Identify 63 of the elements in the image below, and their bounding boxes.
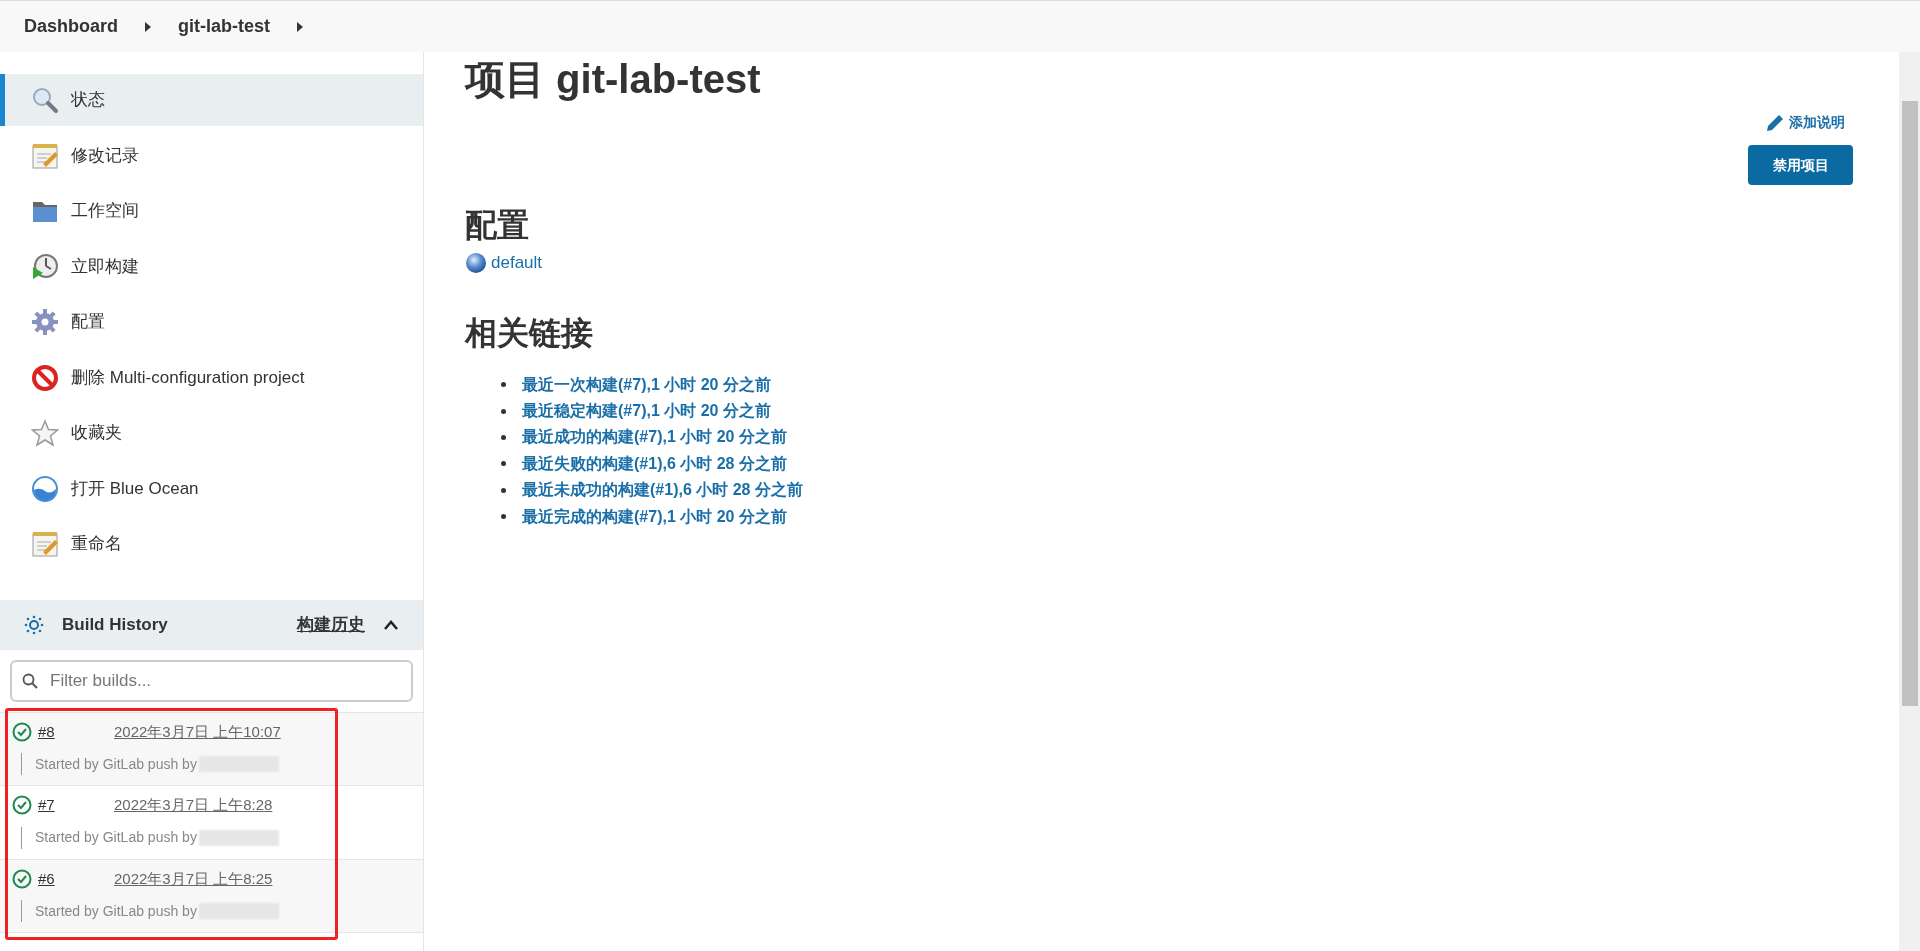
- sidebar-item[interactable]: 立即构建: [0, 240, 423, 293]
- search-icon: [22, 672, 38, 689]
- sidebar-item[interactable]: 修改记录: [0, 129, 423, 182]
- pencil-icon: [1765, 112, 1785, 133]
- build-time-link[interactable]: 2022年3月7日 上午8:25: [114, 867, 273, 890]
- bullet-icon: [501, 461, 506, 467]
- bullet-icon: [501, 487, 506, 493]
- build-number-link[interactable]: #8: [38, 720, 114, 743]
- configuration-link[interactable]: default: [491, 250, 543, 276]
- bullet-icon: [501, 514, 506, 520]
- filter-field[interactable]: Filter builds...: [10, 659, 413, 702]
- bullet-icon: [501, 434, 506, 440]
- scrollbar[interactable]: [1899, 52, 1920, 951]
- chevron-icon[interactable]: [383, 618, 399, 631]
- build-link[interactable]: 最近成功的构建(#7),1 小时 20 分之前: [522, 425, 787, 450]
- success-check-icon: [12, 721, 32, 742]
- notepad-pencil-icon: [31, 141, 59, 170]
- section-heading: 相关链接: [465, 313, 594, 353]
- bullet-icon: [501, 382, 506, 388]
- build-cause: Started by GitLab push by: [35, 901, 197, 921]
- build-link[interactable]: 最近稳定构建(#7),1 小时 20 分之前: [522, 399, 771, 424]
- bullet-icon: [501, 408, 506, 414]
- section-heading: 配置: [465, 206, 530, 245]
- notepad-pencil-icon: [31, 530, 59, 558]
- build-history-link[interactable]: 构建历史: [297, 611, 365, 638]
- clock-play-icon: [31, 252, 59, 281]
- breadcrumb-link[interactable]: Dashboard: [24, 13, 119, 40]
- build-cause: Started by GitLab push by: [35, 828, 197, 847]
- sidebar-item[interactable]: 收藏夹: [0, 407, 423, 459]
- sidebar-item[interactable]: 状态: [0, 74, 423, 126]
- breadcrumb-link[interactable]: git-lab-test: [178, 13, 271, 40]
- sidebar-item[interactable]: 配置: [0, 296, 423, 348]
- success-check-icon: [12, 795, 32, 816]
- sidebar-item[interactable]: 打开 Blue Ocean: [0, 462, 423, 515]
- build-time-link[interactable]: 2022年3月7日 上午10:07: [114, 720, 281, 743]
- no-entry-icon: [31, 363, 59, 392]
- add-description-link[interactable]: 添加说明: [1765, 112, 1845, 133]
- build-history-title: Build History: [62, 613, 169, 636]
- star-icon: [31, 419, 59, 447]
- caret-icon[interactable]: [296, 21, 305, 32]
- build-link[interactable]: 最近完成的构建(#7),1 小时 20 分之前: [522, 504, 787, 529]
- sidebar-item[interactable]: 工作空间: [0, 185, 423, 237]
- scrollbar-thumb[interactable]: [1901, 101, 1918, 706]
- water-circle-icon: [31, 474, 59, 503]
- build-time-link[interactable]: 2022年3月7日 上午8:28: [114, 794, 273, 817]
- disable-project-button[interactable]: 禁用项目: [1748, 145, 1853, 185]
- sun-icon: [24, 614, 44, 635]
- build-link[interactable]: 最近失败的构建(#1),6 小时 28 分之前: [522, 451, 787, 476]
- ball-icon: [465, 251, 487, 274]
- build-row[interactable]: #6 2022年3月7日 上午8:25 Started by GitLab push by: [0, 859, 423, 933]
- success-check-icon: [12, 868, 32, 889]
- page-title: 项目 git-lab-test: [465, 56, 762, 103]
- build-cause: Started by GitLab push by: [35, 754, 197, 774]
- build-number-link[interactable]: #7: [38, 794, 114, 817]
- sidebar-item[interactable]: 删除 Multi-configuration project: [0, 351, 423, 404]
- build-link[interactable]: 最近未成功的构建(#1),6 小时 28 分之前: [522, 478, 803, 503]
- build-number-link[interactable]: #6: [38, 867, 114, 890]
- build-row[interactable]: #8 2022年3月7日 上午10:07 Started by GitLab push by: [0, 712, 423, 786]
- gear-icon: [31, 308, 59, 336]
- magnifier-icon: [31, 86, 59, 114]
- sidebar-item[interactable]: 重命名: [0, 518, 423, 570]
- caret-icon[interactable]: [144, 21, 153, 32]
- build-link[interactable]: 最近一次构建(#7),1 小时 20 分之前: [522, 372, 771, 397]
